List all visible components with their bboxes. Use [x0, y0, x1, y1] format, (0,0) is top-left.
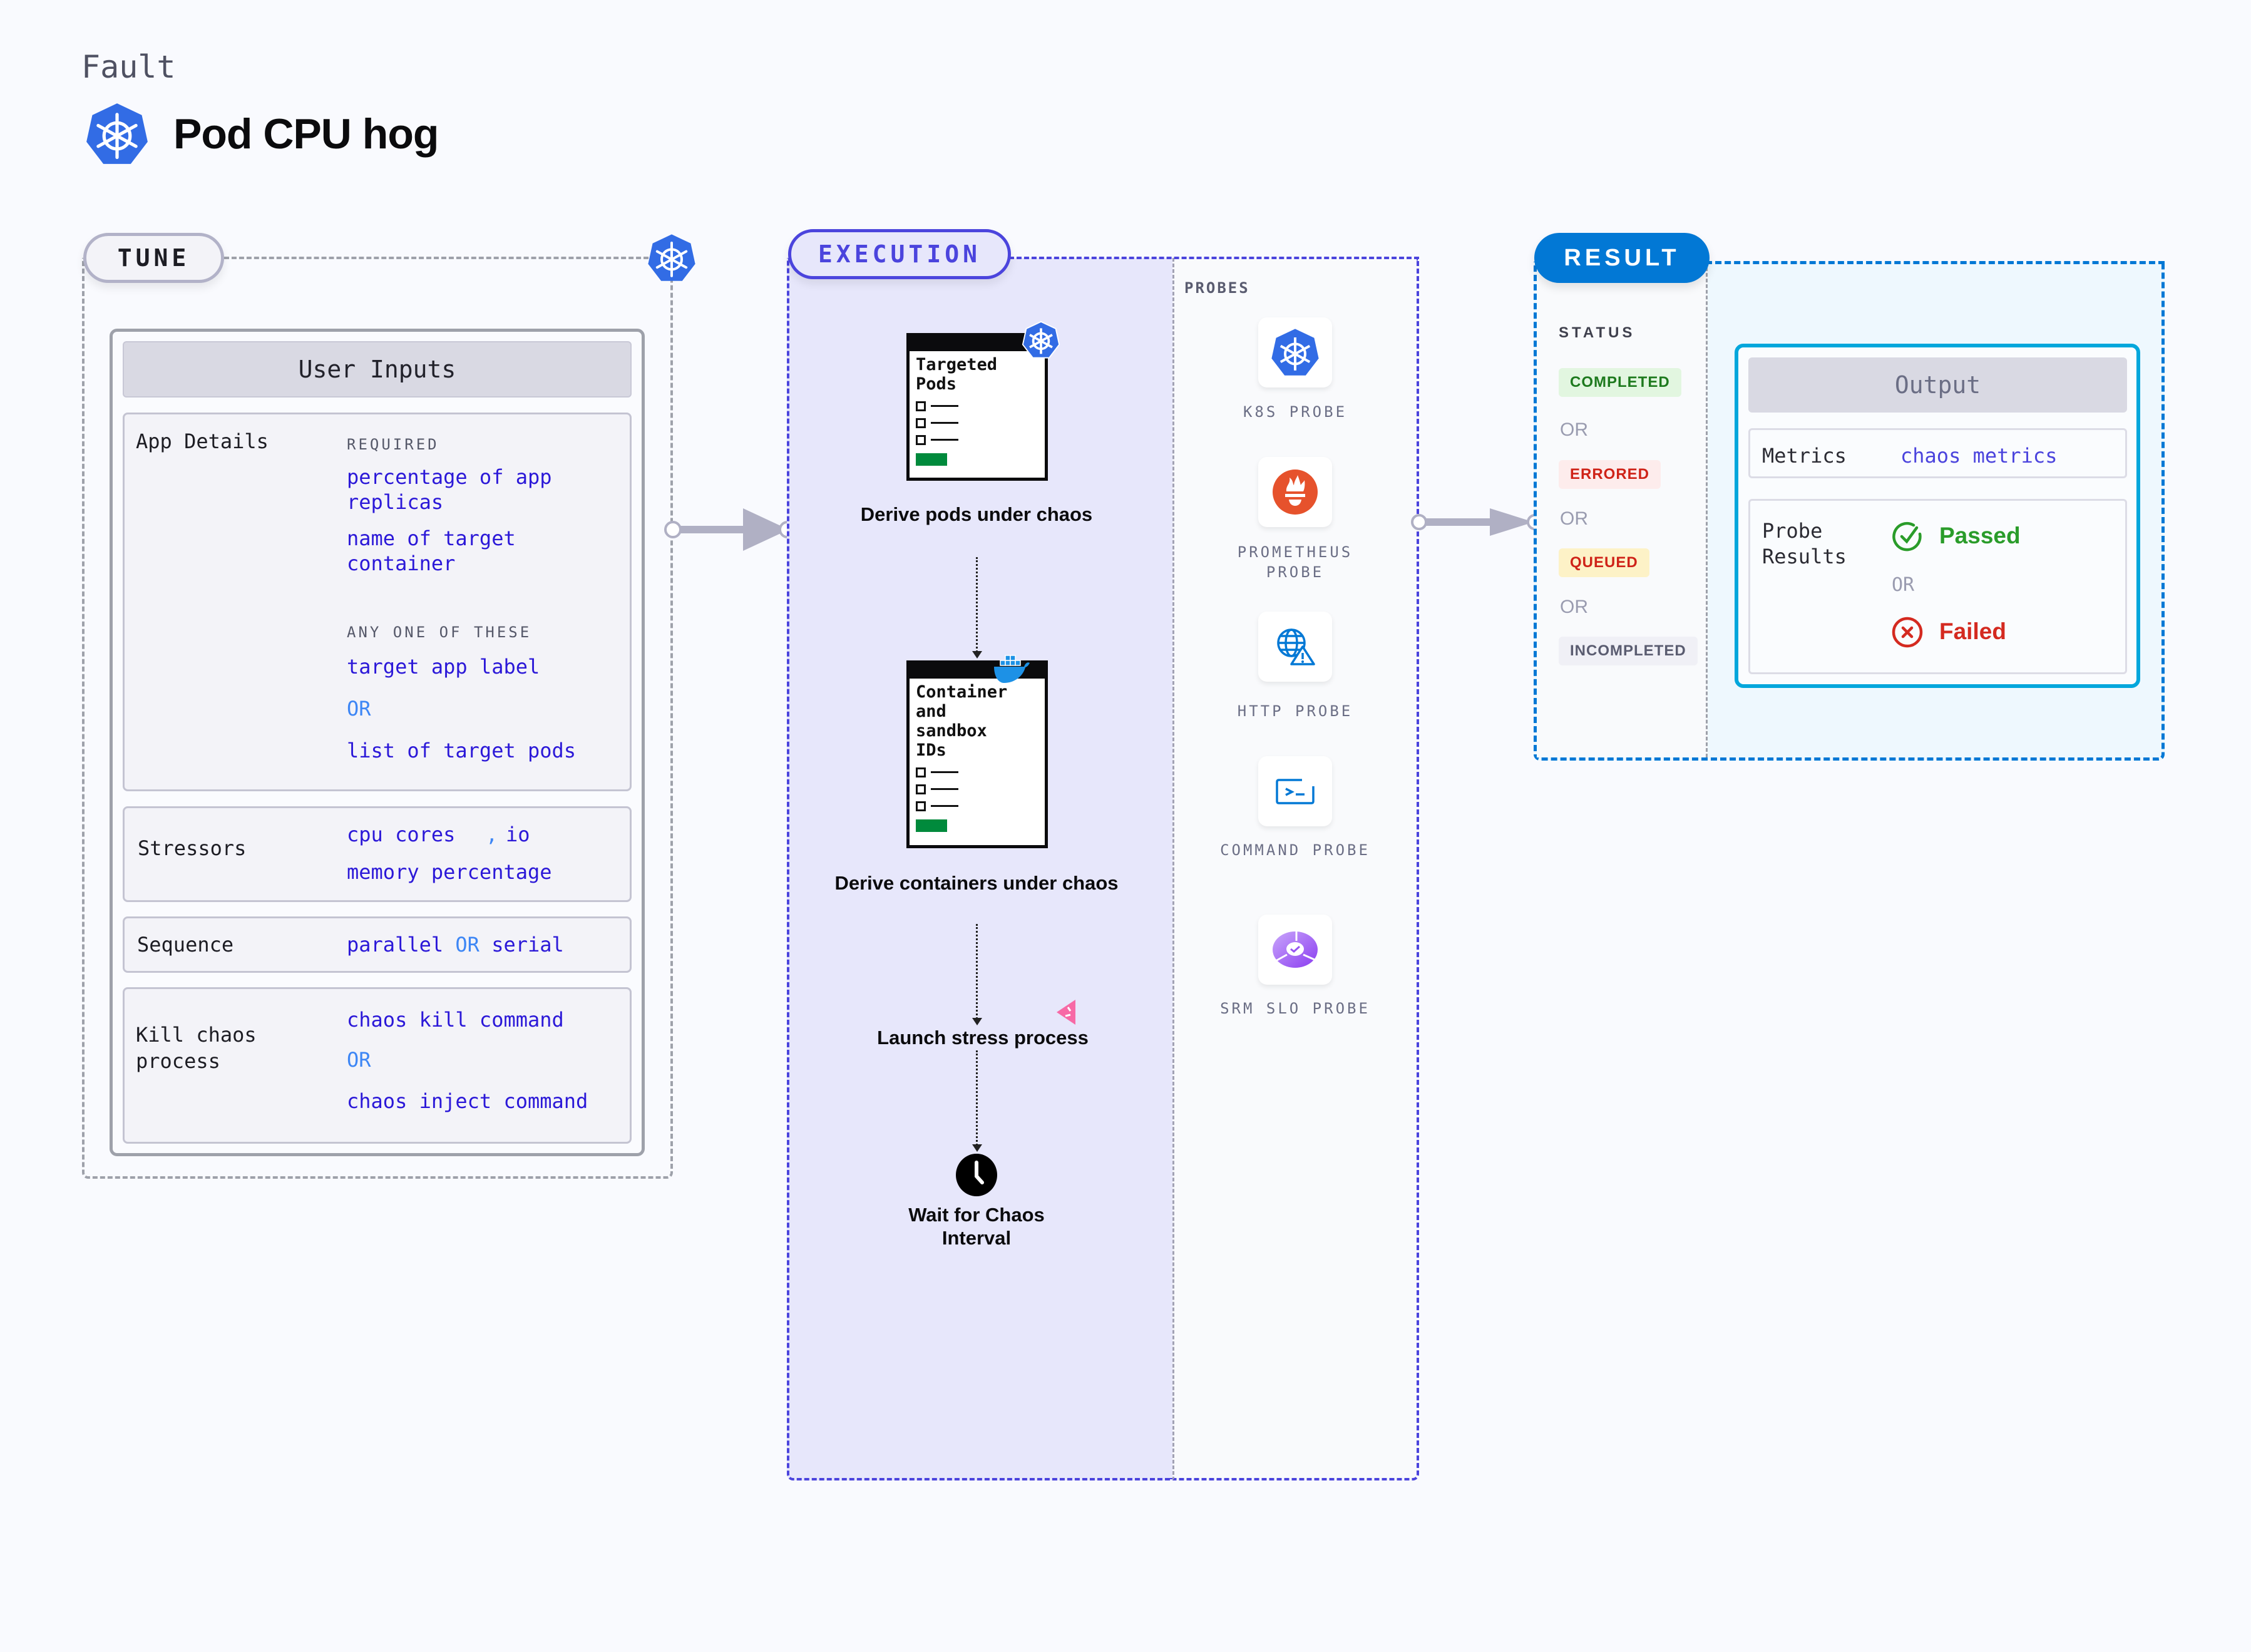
- input-name-of-target-container: name of target container: [347, 526, 516, 575]
- result-section-top-border: [1706, 261, 2165, 264]
- container-ids-card: Container and sandbox IDs: [906, 660, 1048, 848]
- flow-connector: [976, 557, 978, 652]
- execution-to-result-arrow: [1411, 508, 1543, 536]
- sequence-values: parallel OR serial: [347, 933, 564, 957]
- probe-tile-http[interactable]: [1258, 612, 1332, 682]
- probe-label-command: COMMAND PROBE: [1220, 841, 1370, 859]
- arrowhead: [972, 651, 982, 659]
- status-badge-incompleted: INCOMPLETED: [1559, 637, 1698, 665]
- terminal-icon: [1276, 779, 1315, 804]
- http-globe-warning-icon: [1277, 628, 1315, 665]
- probe-label-http: HTTP PROBE: [1237, 702, 1353, 720]
- kubernetes-icon: [648, 234, 695, 281]
- page-kicker: Fault: [81, 49, 176, 85]
- failed-label: Failed: [1939, 618, 2006, 644]
- or-label: OR: [1560, 419, 1588, 440]
- probes-title: PROBES: [1184, 279, 1250, 297]
- input-list-of-target-pods: list of target pods: [347, 739, 577, 762]
- progress-bar: [916, 453, 947, 466]
- user-inputs-title: User Inputs: [123, 341, 632, 398]
- passed-label: Passed: [1939, 523, 2021, 548]
- or-label: OR: [347, 697, 371, 721]
- probe-tile-k8s[interactable]: [1258, 317, 1332, 387]
- check-circle-icon: [1892, 521, 1922, 552]
- step-derive-pods-label: Derive pods under chaos: [860, 503, 1093, 525]
- input-percentage-of-app-replicas: percentage of app replicas: [347, 465, 552, 514]
- container-ids-card-title: Container and sandbox IDs: [916, 682, 1008, 760]
- stress-icon: [1057, 1000, 1075, 1025]
- required-hint: REQUIRED: [347, 436, 439, 453]
- probes-pane: [1172, 258, 1419, 1480]
- kubernetes-icon: [1271, 329, 1319, 376]
- stressors-label: Stressors: [138, 836, 247, 860]
- input-chaos-kill-command: chaos kill command: [347, 1008, 564, 1032]
- page-title: Pod CPU hog: [173, 110, 439, 158]
- progress-bar: [916, 819, 947, 832]
- step-wait-interval-label: Wait for Chaos Interval: [908, 1204, 1045, 1249]
- tune-section-top-border: [224, 257, 656, 259]
- input-target-app-label: target app label: [347, 655, 540, 679]
- sequence-serial: serial: [491, 933, 564, 957]
- any-one-hint: ANY ONE OF THESE: [347, 623, 532, 641]
- probe-label-prometheus: PROMETHEUS PROBE: [1237, 543, 1353, 581]
- status-title: STATUS: [1559, 324, 1636, 341]
- output-title: Output: [1748, 357, 2127, 413]
- or-label: OR: [347, 1048, 371, 1072]
- or-label: OR: [1892, 574, 1915, 596]
- probe-tile-srm-slo[interactable]: [1258, 915, 1332, 985]
- input-cpu-cores: cpu cores: [347, 823, 456, 846]
- tune-to-execution-arrow: [664, 508, 796, 551]
- page-title-row: Pod CPU hog: [85, 101, 439, 167]
- probe-tile-command[interactable]: [1258, 756, 1332, 826]
- execution-section-top-border: [1009, 257, 1419, 259]
- clock-icon: [956, 1154, 997, 1196]
- status-badge-completed: COMPLETED: [1559, 368, 1681, 397]
- execution-pill: EXECUTION: [788, 229, 1011, 279]
- kubernetes-icon: [1022, 321, 1060, 359]
- probe-tile-prometheus[interactable]: [1258, 457, 1332, 527]
- metrics-value: chaos metrics: [1900, 444, 2058, 468]
- probe-label-srm-slo: SRM SLO PROBE: [1220, 1000, 1370, 1017]
- arrowhead: [972, 1144, 982, 1152]
- sequence-label: Sequence: [137, 933, 234, 957]
- status-badge-errored: ERRORED: [1559, 460, 1661, 489]
- app-details-label: App Details: [136, 429, 269, 453]
- sequence-parallel: parallel: [347, 933, 444, 957]
- input-io: io: [506, 823, 530, 846]
- arrowhead: [972, 1018, 982, 1025]
- result-pill: RESULT: [1534, 233, 1710, 283]
- input-chaos-inject-command: chaos inject command: [347, 1089, 588, 1113]
- status-badge-queued: QUEUED: [1559, 548, 1649, 577]
- input-memory-percentage: memory percentage: [347, 860, 552, 884]
- step-launch-stress-label: Launch stress process: [877, 1027, 1089, 1049]
- separator-comma: ,: [486, 823, 498, 846]
- flow-connector: [976, 1050, 978, 1146]
- slo-icon: [1273, 931, 1318, 968]
- tune-pill: TUNE: [83, 233, 224, 283]
- prometheus-icon: [1273, 469, 1318, 515]
- kill-chaos-label: Kill chaos process: [136, 1023, 257, 1073]
- or-label: OR: [1560, 597, 1588, 617]
- kubernetes-icon: [86, 103, 148, 164]
- or-label: OR: [1560, 508, 1588, 529]
- flow-connector: [976, 924, 978, 1019]
- probe-label-k8s: K8S PROBE: [1243, 403, 1348, 421]
- or-label: OR: [455, 933, 479, 957]
- step-derive-containers-label: Derive containers under chaos: [834, 872, 1119, 894]
- docker-icon: [994, 655, 1030, 683]
- x-circle-icon: [1892, 617, 1923, 648]
- metrics-label: Metrics: [1762, 444, 1847, 468]
- probe-results-label: Probe Results: [1762, 519, 1847, 568]
